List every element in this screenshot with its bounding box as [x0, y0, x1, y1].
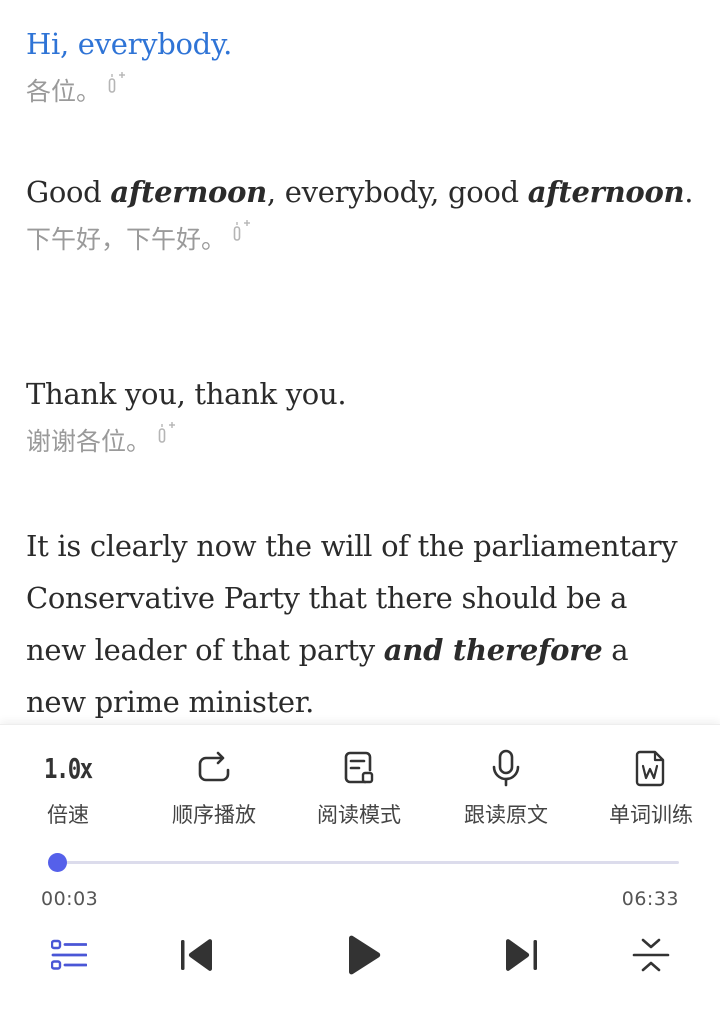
speed-value-container: 1.0x: [8, 745, 128, 791]
highlighted-word[interactable]: afternoon: [110, 175, 267, 209]
sentence-english[interactable]: Thank you, thank you.: [26, 368, 694, 420]
sentence-chinese: 下午好，下午好。: [26, 220, 694, 261]
play-order-label: 顺序播放: [172, 803, 256, 827]
total-time: 06:33: [621, 888, 679, 910]
sentence-item[interactable]: Hi, everybody. 各位。: [26, 18, 694, 113]
play-icon: [343, 934, 383, 980]
sentence-item[interactable]: It is clearly now the will of the parlia…: [26, 520, 694, 724]
word-training-label: 单词训练: [609, 803, 693, 827]
follow-read-button[interactable]: 跟读原文: [446, 745, 566, 835]
speed-label: 倍速: [47, 803, 89, 827]
progress-thumb[interactable]: [47, 853, 67, 872]
word-document-icon: [591, 745, 711, 791]
sentence-text: , everybody, good: [266, 175, 528, 209]
follow-read-label: 跟读原文: [464, 803, 548, 827]
skip-previous-icon: [177, 937, 217, 977]
collapse-icon: [632, 937, 670, 977]
sentence-english[interactable]: Good afternoon, everybody, good afternoo…: [26, 166, 694, 218]
speed-value: 1.0x: [44, 751, 93, 785]
note-plus-icon[interactable]: [232, 217, 252, 257]
sentence-chinese-text: 下午好，下午好。: [26, 225, 227, 254]
current-time: 00:03: [41, 888, 99, 910]
sentence-chinese-text: 各位。: [26, 77, 102, 106]
sentence-english[interactable]: Hi, everybody.: [26, 18, 694, 70]
previous-button[interactable]: [167, 933, 227, 981]
progress-bar[interactable]: [47, 853, 679, 872]
sentence-english[interactable]: It is clearly now the will of the parlia…: [26, 520, 694, 724]
highlighted-word[interactable]: afternoon: [528, 175, 685, 209]
playlist-icon: [50, 939, 88, 975]
repeat-icon: [154, 745, 274, 791]
sentence-chinese: 谢谢各位。: [26, 422, 694, 463]
next-button[interactable]: [491, 933, 551, 981]
playlist-button[interactable]: [39, 933, 99, 981]
play-order-button[interactable]: 顺序播放: [154, 745, 274, 835]
sentence-text: .: [684, 175, 694, 209]
document-icon: [299, 745, 419, 791]
read-mode-label: 阅读模式: [317, 803, 401, 827]
note-plus-icon[interactable]: [107, 69, 127, 109]
read-mode-button[interactable]: 阅读模式: [299, 745, 419, 835]
word-training-button[interactable]: 单词训练: [591, 745, 711, 835]
play-button[interactable]: [333, 933, 393, 981]
skip-next-icon: [501, 937, 541, 977]
sentence-chinese-text: 谢谢各位。: [26, 427, 152, 456]
collapse-button[interactable]: [621, 933, 681, 981]
sentence-item[interactable]: Thank you, thank you. 谢谢各位。: [26, 368, 694, 463]
note-plus-icon[interactable]: [157, 419, 177, 459]
sentence-chinese: 各位。: [26, 72, 694, 113]
player-panel: 1.0x 倍速 顺序播放 阅读模式 跟读原文 单词训练 00:03 06:33: [0, 724, 720, 1011]
microphone-icon: [446, 745, 566, 791]
sentence-item[interactable]: Good afternoon, everybody, good afternoo…: [26, 166, 694, 261]
sentence-text: Good: [26, 175, 111, 209]
speed-button[interactable]: 1.0x 倍速: [8, 745, 128, 835]
transcript-reader: Hi, everybody. 各位。 Good afternoon, every…: [0, 0, 720, 724]
highlighted-phrase[interactable]: and therefore: [384, 633, 603, 667]
